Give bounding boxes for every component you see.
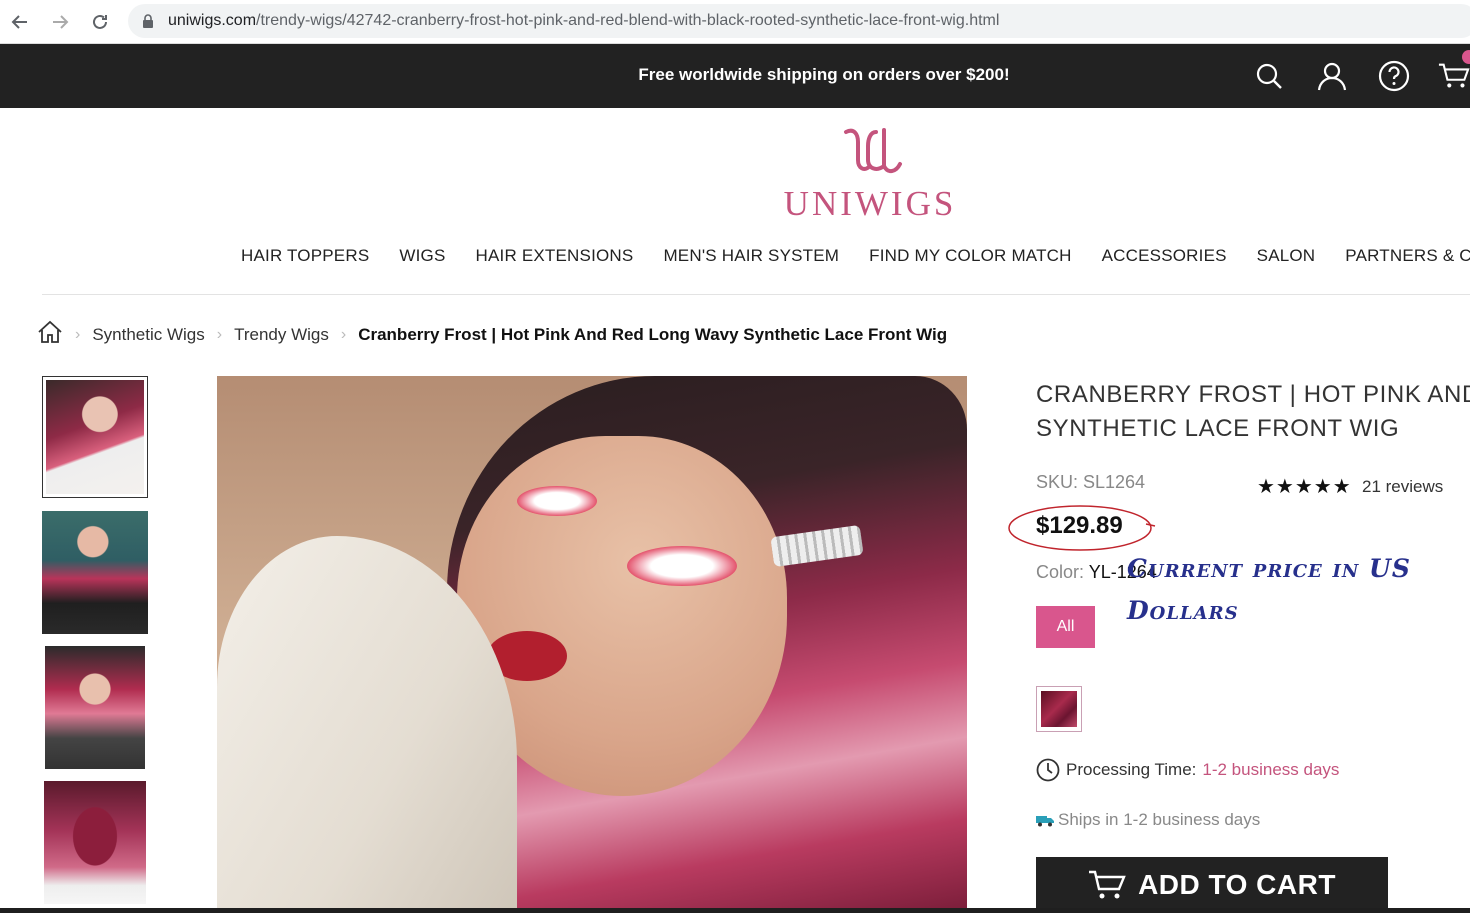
nav-item-accessories[interactable]: ACCESSORIES [1102,246,1227,266]
thumbnail-image [46,380,144,494]
breadcrumb-separator-icon: › [75,325,81,343]
reviews-link[interactable]: 21 reviews [1362,477,1443,497]
processing-time: Processing Time: 1-2 business days [1036,758,1339,782]
annotation-text: Current price in US Dollars [1127,554,1411,625]
breadcrumb-current: Cranberry Frost | Hot Pink And Red Long … [358,324,948,344]
user-icon[interactable] [1314,58,1350,94]
color-label: Color: [1036,562,1085,582]
color-swatch[interactable] [1036,686,1082,732]
promo-text: Free worldwide shipping on orders over $… [638,65,1010,84]
processing-value[interactable]: 1-2 business days [1202,760,1339,780]
swatch-image [1041,691,1077,727]
eye-makeup [627,546,737,586]
lock-icon [142,14,154,28]
nav-divider [42,294,1470,295]
nav-item-hair-toppers[interactable]: HAIR TOPPERS [241,246,369,266]
shipping-info: Ships in 1-2 business days [1036,810,1260,830]
logo-wordmark: UNIWIGS [783,184,957,223]
breadcrumb: › Synthetic Wigs › Trendy Wigs › Cranber… [37,320,947,349]
address-bar[interactable]: uniwigs.com/trendy-wigs/42742-cranberry-… [128,4,1470,38]
forward-arrow-icon [53,15,69,29]
product-main-image[interactable] [217,376,967,913]
breadcrumb-trendy-wigs[interactable]: Trendy Wigs [234,325,329,345]
site-logo[interactable]: UNIWIGS [760,122,980,223]
cart-count-badge [1462,50,1470,64]
nav-item-partners-charity[interactable]: PARTNERS & CHARIT [1345,246,1470,266]
cart-icon [1089,870,1126,899]
product-thumbnail[interactable] [42,511,148,634]
add-to-cart-button[interactable]: ADD TO CART [1036,857,1388,913]
product-thumbnail[interactable] [42,376,148,498]
browser-toolbar: uniwigs.com/trendy-wigs/42742-cranberry-… [0,0,1470,44]
price-annotation-circle [1008,505,1156,551]
eye-makeup [517,486,597,516]
taskbar-strip [0,908,1470,913]
home-icon[interactable] [37,320,63,349]
ships-text: Ships in 1-2 business days [1058,810,1261,829]
reload-icon [93,14,107,29]
add-to-cart-label: ADD TO CART [1138,869,1336,900]
reload-button[interactable] [86,8,114,36]
product-thumbnail[interactable] [44,781,146,904]
product-sku: SKU: SL1264 [1036,472,1146,492]
nav-item-find-my-color-match[interactable]: FIND MY COLOR MATCH [869,246,1071,266]
back-button[interactable] [6,8,34,36]
rating-stars-icon: ★★★★★ [1257,476,1352,498]
all-colors-button[interactable]: All [1036,606,1095,648]
help-icon[interactable] [1376,58,1412,94]
thumbnail-image [42,511,148,634]
logo-mark-icon [844,128,902,173]
breadcrumb-separator-icon: › [340,325,347,343]
nav-item-salon[interactable]: SALON [1257,246,1316,266]
thumbnail-image [45,646,145,769]
processing-label: Processing Time: [1066,760,1197,779]
back-arrow-icon [11,15,27,29]
url-path: /trendy-wigs/42742-cranberry-frost-hot-p… [256,12,1000,29]
forward-button[interactable] [46,8,74,36]
nav-item-hair-extensions[interactable]: HAIR EXTENSIONS [476,246,634,266]
clock-icon [1036,758,1060,782]
search-icon[interactable] [1251,58,1287,94]
url-host: uniwigs.com [168,12,257,29]
product-title: CRANBERRY FROST | HOT PINK AND SYNTHETIC… [1036,378,1470,446]
truck-icon [1036,816,1054,827]
nav-item-mens-hair-system[interactable]: MEN'S HAIR SYSTEM [663,246,839,266]
product-thumbnail[interactable] [45,646,145,769]
main-navigation: HAIR TOPPERS WIGS HAIR EXTENSIONS MEN'S … [241,246,1470,266]
breadcrumb-synthetic-wigs[interactable]: Synthetic Wigs [92,325,204,345]
nav-item-wigs[interactable]: WIGS [399,246,445,266]
breadcrumb-separator-icon: › [216,325,223,343]
product-title-line: SYNTHETIC LACE FRONT WIG [1036,415,1400,442]
product-title-line: CRANBERRY FROST | HOT PINK AND [1036,381,1470,408]
promo-bar: Free worldwide shipping on orders over $… [0,44,1470,108]
thumbnail-image [44,781,146,904]
